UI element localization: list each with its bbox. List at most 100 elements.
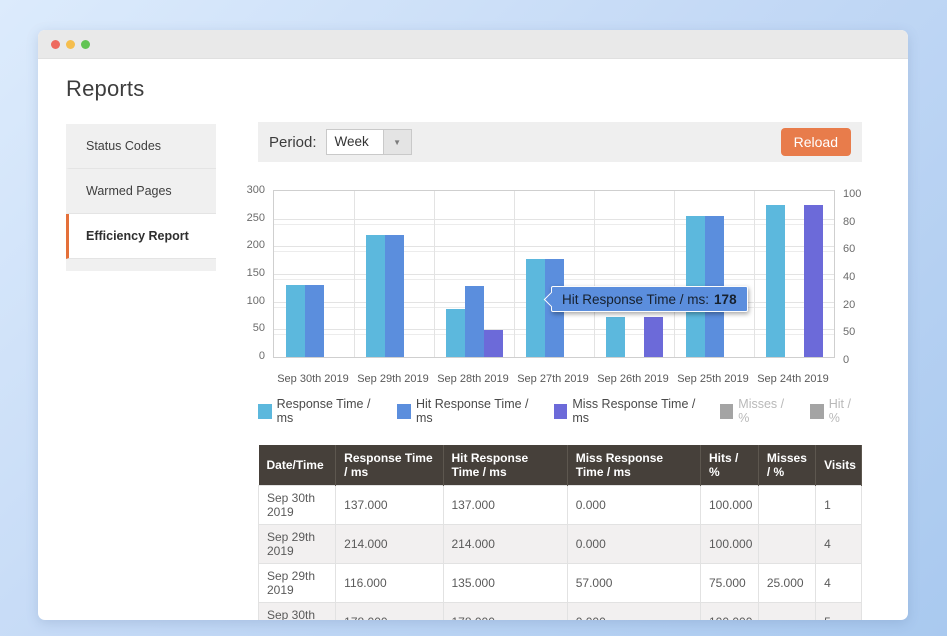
x-axis-tick-label[interactable]: Sep 24th 2019 <box>753 373 833 385</box>
y-axis-tick-label[interactable]: 0 <box>205 350 265 362</box>
legend-item-hit-response-time-ms[interactable]: Hit Response Time / ms <box>397 397 536 425</box>
bar-chart-plot-area <box>273 190 835 358</box>
bar-response-time-ms[interactable] <box>606 317 625 357</box>
reload-button[interactable]: Reload <box>781 128 851 156</box>
close-window-icon[interactable] <box>51 40 60 49</box>
bar-response-time-ms[interactable] <box>526 259 545 357</box>
sidebar-item-status-codes[interactable]: Status Codes <box>66 124 216 169</box>
bar-hit-response-time-ms[interactable] <box>385 235 404 357</box>
period-label: Period: <box>269 134 317 151</box>
legend-swatch-icon[interactable] <box>554 404 568 419</box>
table-cell: 178.000 <box>443 603 567 621</box>
table-header-cell: Hit Response Time / ms <box>443 445 567 486</box>
y-axis-tick-label[interactable]: 250 <box>205 212 265 224</box>
y-axis-tick-label[interactable]: 50 <box>205 322 265 334</box>
legend-item-response-time-ms[interactable]: Response Time / ms <box>258 397 380 425</box>
page-title: Reports <box>66 76 144 102</box>
x-axis-tick-label[interactable]: Sep 30th 2019 <box>273 373 353 385</box>
efficiency-report-table: Date/TimeResponse Time / msHit Response … <box>258 445 862 620</box>
gridline[interactable] <box>754 191 755 357</box>
bar-hit-response-time-ms[interactable] <box>305 285 324 357</box>
y-axis-tick-label[interactable]: 150 <box>205 267 265 279</box>
bar-response-time-ms[interactable] <box>366 235 385 357</box>
legend-item-hit[interactable]: Hit / % <box>810 397 862 425</box>
legend-item-miss-response-time-ms[interactable]: Miss Response Time / ms <box>554 397 703 425</box>
toolbar: Period: Week ▼ Reload <box>258 122 862 162</box>
y-axis-tick-label[interactable]: 200 <box>205 239 265 251</box>
legend-swatch-icon[interactable] <box>810 404 824 419</box>
chart-tooltip: Hit Response Time / ms: 178 <box>551 286 748 312</box>
table-cell: 1 <box>816 486 862 525</box>
x-axis-tick-label[interactable]: Sep 25th 2019 <box>673 373 753 385</box>
table-cell: 135.000 <box>443 564 567 603</box>
y-axis-tick-label[interactable]: 20 <box>843 299 903 311</box>
y-axis-tick-label[interactable]: 80 <box>843 216 903 228</box>
x-axis-tick-label[interactable]: Sep 29th 2019 <box>353 373 433 385</box>
gridline[interactable] <box>274 251 834 252</box>
chart-legend: Response Time / ms Hit Response Time / ms… <box>258 397 862 425</box>
table-cell: Sep 29th 2019 <box>259 525 336 564</box>
bar-miss-response-time-ms[interactable] <box>804 205 823 357</box>
table-header-cell: Miss Response Time / ms <box>567 445 700 486</box>
x-axis-tick-label[interactable]: Sep 28th 2019 <box>433 373 513 385</box>
table-cell: Sep 29th 2019 <box>259 564 336 603</box>
table-cell: 137.000 <box>336 486 443 525</box>
y-axis-tick-label[interactable]: 100 <box>205 295 265 307</box>
table-row: Sep 30th 2019178.000178.0000.000100.0005 <box>259 603 862 621</box>
legend-swatch-icon[interactable] <box>397 404 411 419</box>
legend-item-misses[interactable]: Misses / % <box>720 397 793 425</box>
table-cell <box>758 603 815 621</box>
period-select-value[interactable]: Week <box>326 129 384 155</box>
zoom-window-icon[interactable] <box>81 40 90 49</box>
table-cell: Sep 30th 2019 <box>259 486 336 525</box>
chevron-down-icon[interactable]: ▼ <box>384 129 412 155</box>
bar-response-time-ms[interactable] <box>766 205 785 357</box>
gridline[interactable] <box>594 191 595 357</box>
table-cell <box>758 486 815 525</box>
gridline[interactable] <box>514 191 515 357</box>
y-axis-tick-label[interactable]: 100 <box>843 188 903 200</box>
app-window: Reports Status CodesWarmed Pages Efficien… <box>38 30 908 620</box>
x-axis-tick-label[interactable]: Sep 27th 2019 <box>513 373 593 385</box>
gridline[interactable] <box>274 224 834 225</box>
table-row: Sep 29th 2019214.000214.0000.000100.0004 <box>259 525 862 564</box>
y-axis-tick-label[interactable]: 300 <box>205 184 265 196</box>
sidebar-item-efficiency-report[interactable]: Efficiency Report <box>66 214 216 259</box>
table-header-cell: Misses / % <box>758 445 815 486</box>
gridline[interactable] <box>354 191 355 357</box>
minimize-window-icon[interactable] <box>66 40 75 49</box>
table-cell: 0.000 <box>567 603 700 621</box>
bar-response-time-ms[interactable] <box>446 309 465 357</box>
bar-miss-response-time-ms[interactable] <box>484 330 503 357</box>
table-cell <box>758 525 815 564</box>
bar-response-time-ms[interactable] <box>286 285 305 357</box>
table-header-cell: Visits <box>816 445 862 486</box>
table-cell: 4 <box>816 564 862 603</box>
table-cell: Sep 30th 2019 <box>259 603 336 621</box>
gridline[interactable] <box>434 191 435 357</box>
sidebar-filler[interactable] <box>66 259 216 271</box>
y-axis-tick-label[interactable]: 50 <box>843 326 903 338</box>
table-row: Sep 30th 2019137.000137.0000.000100.0001 <box>259 486 862 525</box>
gridline[interactable] <box>674 191 675 357</box>
y-axis-tick-label[interactable]: 40 <box>843 271 903 283</box>
table-cell: 0.000 <box>567 525 700 564</box>
table-cell: 214.000 <box>336 525 443 564</box>
gridline[interactable] <box>274 246 834 247</box>
table-cell: 178.000 <box>336 603 443 621</box>
period-select[interactable]: Week ▼ <box>326 129 412 155</box>
legend-label: Hit Response Time / ms <box>416 397 537 425</box>
gridline[interactable] <box>274 219 834 220</box>
bar-miss-response-time-ms[interactable] <box>644 317 663 357</box>
x-axis-tick-label[interactable]: Sep 26th 2019 <box>593 373 673 385</box>
sidebar-item-label: Efficiency Report <box>86 229 189 243</box>
table-cell: 100.000 <box>700 486 758 525</box>
table-header-row: Date/TimeResponse Time / msHit Response … <box>259 445 862 486</box>
legend-swatch-icon[interactable] <box>258 404 272 419</box>
legend-swatch-icon[interactable] <box>720 404 734 419</box>
y-axis-tick-label[interactable]: 60 <box>843 243 903 255</box>
sidebar-item-warmed-pages[interactable]: Warmed Pages <box>66 169 216 214</box>
bar-hit-response-time-ms[interactable] <box>465 286 484 357</box>
y-axis-tick-label[interactable]: 0 <box>843 354 903 366</box>
legend-label: Response Time / ms <box>277 397 381 425</box>
